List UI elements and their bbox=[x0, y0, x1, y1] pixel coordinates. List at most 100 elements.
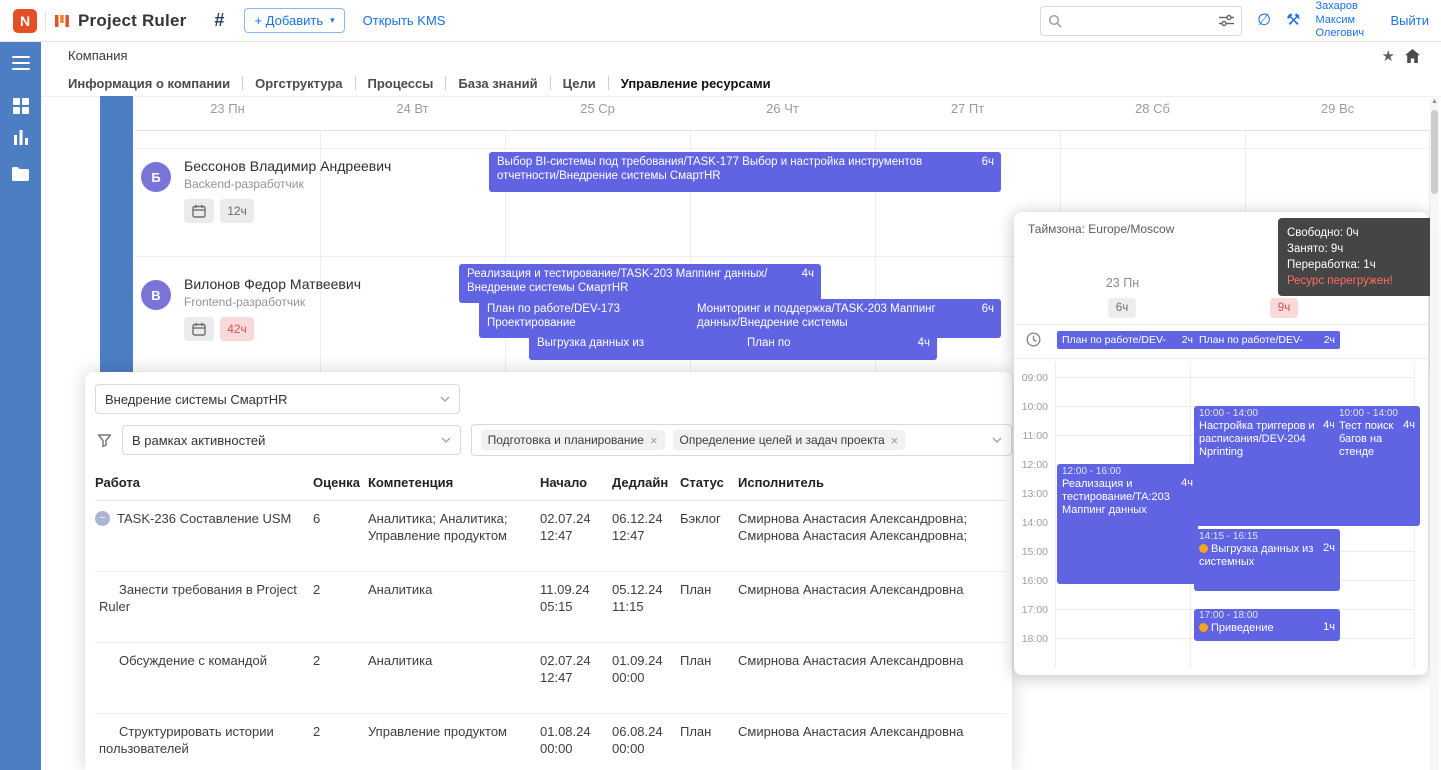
reports-icon[interactable] bbox=[0, 129, 41, 145]
hour-label: 15:00 bbox=[1021, 546, 1048, 558]
column-header: Оценка bbox=[313, 475, 360, 490]
workload-badge-overloaded: 42ч bbox=[220, 317, 254, 341]
tab-knowledge-base[interactable]: База знаний bbox=[446, 76, 549, 91]
tab-company-info[interactable]: Информация о компании bbox=[68, 76, 242, 91]
tab-orgstructure[interactable]: Оргструктура bbox=[243, 76, 354, 91]
user-menu[interactable]: Захаров Максим Олегович bbox=[1316, 0, 1376, 41]
estimate-cell: 6 bbox=[313, 511, 321, 526]
table-row[interactable]: Обсуждение с командой 2 Аналитика 02.07.… bbox=[95, 643, 1006, 714]
favorite-star-icon[interactable]: ★ bbox=[1382, 47, 1395, 65]
overtime-warning-icon bbox=[1199, 544, 1208, 553]
gantt-task-bar[interactable]: 6ч Выбор BI-системы под требования/TASK-… bbox=[489, 152, 1001, 192]
estimate-cell: 2 bbox=[313, 653, 321, 668]
hour-label: 09:00 bbox=[1021, 372, 1048, 384]
resource-name[interactable]: Бессонов Владимир Андреевич bbox=[184, 158, 391, 174]
activity-filter-select[interactable]: Подготовка и планирование × Определение … bbox=[470, 424, 1012, 456]
admin-tools-icon[interactable]: ⚒ bbox=[1286, 12, 1300, 29]
divider bbox=[1014, 324, 1428, 325]
allday-task-bar[interactable]: План по работе/DEV- 2ч bbox=[1194, 331, 1340, 349]
chip-remove-icon[interactable]: × bbox=[650, 434, 658, 447]
start-cell: 02.07.24 12:47 bbox=[540, 511, 591, 543]
column-header: Исполнитель bbox=[738, 475, 824, 490]
topbar-right-group: ∅ ⚒ Захаров Максим Олегович Выйти bbox=[1040, 0, 1429, 41]
hidden-mode-icon[interactable]: ∅ bbox=[1257, 12, 1271, 29]
column-header: Компетенция bbox=[368, 475, 454, 490]
calendar-event[interactable]: 12:00 - 16:00 4ч Реализация и тестирован… bbox=[1057, 464, 1198, 584]
tooltip-free: Свободно: 0ч bbox=[1287, 227, 1359, 239]
open-kms-link[interactable]: Открыть KMS bbox=[363, 13, 446, 28]
day-column-header: 25 Ср bbox=[580, 101, 615, 116]
calendar-event[interactable]: 17:00 - 18:00 1ч Приведение bbox=[1194, 609, 1340, 641]
home-icon[interactable] bbox=[1405, 49, 1420, 66]
chevron-down-icon bbox=[992, 437, 1002, 443]
column-header: Работа bbox=[95, 475, 140, 490]
hour-label: 11:00 bbox=[1022, 430, 1049, 442]
calendar-event[interactable]: 14:15 - 16:15 2ч Выгрузка данных из сист… bbox=[1194, 529, 1340, 591]
filter-chip[interactable]: Подготовка и планирование × bbox=[480, 430, 665, 450]
filter-chip-label: Определение целей и задач проекта bbox=[679, 433, 885, 447]
hour-label: 17:00 bbox=[1021, 604, 1048, 616]
logout-link[interactable]: Выйти bbox=[1391, 13, 1430, 28]
dashboard-icon[interactable] bbox=[0, 98, 41, 114]
project-select[interactable]: Внедрение системы СмартHR bbox=[95, 384, 460, 414]
gantt-task-bar[interactable]: 6ч Мониторинг и поддержка/TASK-203 Маппи… bbox=[689, 299, 1001, 338]
table-row[interactable]: Занести требования в Project Ruler 2 Ана… bbox=[95, 572, 1006, 643]
chip-remove-icon[interactable]: × bbox=[891, 434, 899, 447]
status-cell: План bbox=[680, 724, 712, 739]
projects-folder-icon[interactable] bbox=[0, 167, 41, 181]
app-logo[interactable]: N bbox=[13, 8, 37, 33]
scrollbar-thumb[interactable] bbox=[1431, 110, 1438, 194]
work-table: Работа Оценка Компетенция Начало Дедлайн… bbox=[85, 468, 1012, 770]
scope-select[interactable]: В рамках активностей bbox=[122, 425, 461, 455]
search-icon bbox=[1048, 14, 1062, 28]
tab-resource-management[interactable]: Управление ресурсами bbox=[609, 76, 783, 91]
task-hours: 4ч bbox=[801, 268, 814, 280]
day-column-header: 29 Вс bbox=[1320, 101, 1355, 116]
scroll-up-icon[interactable]: ▲ bbox=[1430, 98, 1439, 105]
work-breakdown-panel: Внедрение системы СмартHR В рамках актив… bbox=[85, 372, 1012, 770]
search-input[interactable] bbox=[1068, 12, 1214, 29]
table-row[interactable]: − TASK-236 Составление USM 6 Аналитика; … bbox=[95, 501, 1006, 572]
allday-task-bar[interactable]: План по работе/DEV- 2ч bbox=[1057, 331, 1198, 349]
day-detail-panel: Таймзона: Europe/Moscow 23 Пн 6ч 9ч План… bbox=[1014, 212, 1438, 675]
start-cell: 11.09.24 05:15 bbox=[540, 582, 590, 614]
tooltip-warning: Ресурс перегружен! bbox=[1287, 275, 1393, 287]
event-hours: 4ч bbox=[1403, 419, 1415, 431]
status-cell: План bbox=[680, 582, 712, 597]
gantt-task-bar[interactable]: 4ч План по работе/DEV-173 Проектирование bbox=[479, 299, 721, 338]
hash-icon[interactable]: # bbox=[214, 10, 224, 31]
workload-tooltip: Свободно: 0ч Занято: 9ч Переработка: 1ч … bbox=[1278, 218, 1438, 296]
menu-icon[interactable] bbox=[0, 56, 41, 70]
tab-goals[interactable]: Цели bbox=[551, 76, 608, 91]
filter-icon[interactable] bbox=[97, 433, 112, 448]
tab-processes[interactable]: Процессы bbox=[356, 76, 446, 91]
search-filter-icon[interactable] bbox=[1219, 14, 1235, 27]
day-total-badge: 6ч bbox=[1108, 298, 1136, 318]
gantt-task-bar[interactable]: 4ч План по bbox=[739, 334, 937, 360]
resource-name[interactable]: Вилонов Федор Матвеевич bbox=[184, 276, 361, 292]
add-button[interactable]: + Добавить ▾ bbox=[244, 8, 345, 33]
collapse-row-icon[interactable]: − bbox=[95, 511, 110, 526]
calendar-event[interactable]: 10:00 - 14:00 4ч Настройка триггеров и р… bbox=[1194, 406, 1340, 526]
hour-label: 10:00 bbox=[1021, 401, 1048, 413]
overtime-warning-icon bbox=[1199, 623, 1208, 632]
assignee-cell: Смирнова Анастасия Александровна bbox=[738, 582, 964, 597]
tooltip-busy: Занято: 9ч bbox=[1287, 243, 1344, 255]
calendar-button[interactable] bbox=[184, 317, 214, 341]
caret-down-icon: ▾ bbox=[330, 15, 335, 25]
column-header: Дедлайн bbox=[612, 475, 669, 490]
company-tabs: Информация о компании Оргструктура Проце… bbox=[68, 70, 1429, 96]
vertical-scrollbar[interactable]: ▲ bbox=[1430, 96, 1439, 770]
divider bbox=[45, 10, 46, 31]
tooltip-overtime: Переработка: 1ч bbox=[1287, 259, 1376, 271]
filter-chip[interactable]: Определение целей и задач проекта × bbox=[672, 430, 906, 450]
table-row[interactable]: Структурировать истории пользователей 2 … bbox=[95, 714, 1006, 770]
table-header-row: Работа Оценка Компетенция Начало Дедлайн… bbox=[95, 468, 1006, 501]
calendar-button[interactable] bbox=[184, 199, 214, 223]
calendar-event[interactable]: 10:00 - 14:00 4ч Тест поиск багов на сте… bbox=[1334, 406, 1420, 526]
hour-label: 13:00 bbox=[1021, 488, 1048, 500]
event-time: 12:00 - 16:00 bbox=[1062, 466, 1121, 477]
gantt-task-bar[interactable]: 4ч Реализация и тестирование/TASK-203 Ма… bbox=[459, 264, 821, 303]
gantt-task-bar[interactable]: 6ч Выгрузка данных из bbox=[529, 334, 769, 360]
grid-line bbox=[135, 148, 1429, 149]
